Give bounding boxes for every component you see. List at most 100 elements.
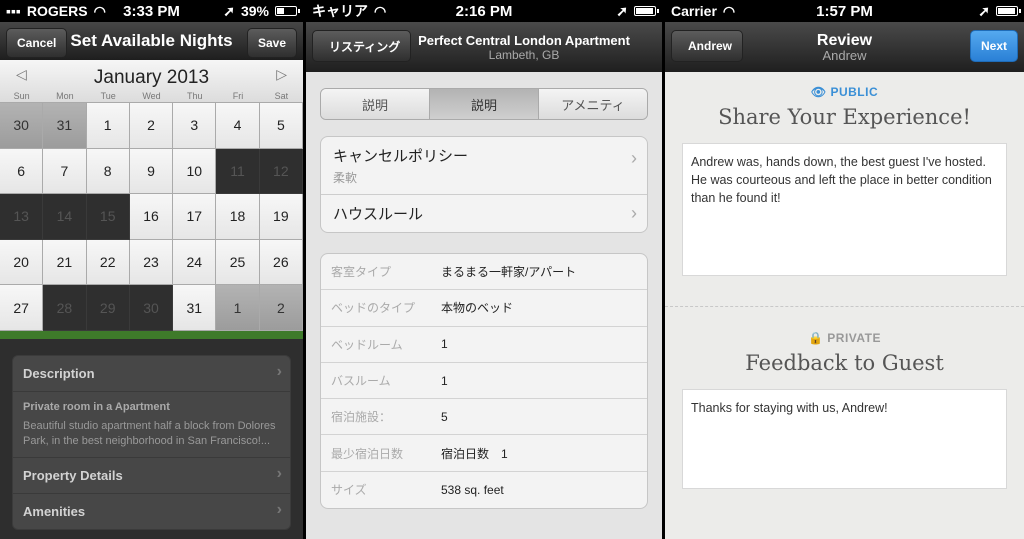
calendar-day[interactable]: 1 (86, 103, 130, 149)
calendar-day[interactable]: 27 (0, 285, 44, 331)
weekday-row: Sun Mon Tue Wed Thu Fri Sat (0, 91, 303, 101)
description-preview: Private room in a Apartment Beautiful st… (13, 392, 290, 458)
next-month-icon[interactable]: ▷ (276, 66, 287, 83)
calendar-day[interactable]: 29 (86, 285, 130, 331)
tab-amenities[interactable]: アメニティ (539, 89, 647, 119)
private-title: Feedback to Guest (745, 351, 944, 375)
calendar-day[interactable]: 6 (0, 148, 44, 195)
calendar-day[interactable]: 2 (259, 285, 303, 331)
policy-group: キャンセルポリシー 柔軟 › ハウスルール › (320, 136, 648, 233)
details-table: 客室タイプ まるまる一軒家/アパート ベッドのタイプ 本物のベッド ベッドルーム 1 バスル… (320, 253, 648, 510)
calendar-day[interactable]: 22 (86, 239, 130, 286)
table-row: 宿泊施設： 5 (321, 399, 647, 436)
weekday-label: Thu (187, 91, 203, 101)
page-title: Review (816, 31, 873, 49)
save-button[interactable]: Save (246, 28, 297, 58)
calendar-day[interactable]: 17 (173, 194, 217, 240)
status-bar: キャリア ◠ 2:16 PM ➚ (306, 0, 662, 22)
house-rules-row[interactable]: ハウスルール › (321, 195, 647, 232)
nav-bar: Cancel Set Available Nights Save (0, 22, 303, 60)
calendar-day[interactable]: 23 (129, 239, 174, 286)
row-value: 538 sq. feet (441, 482, 504, 497)
back-button[interactable]: リスティング (312, 30, 412, 62)
calendar-day[interactable]: 3 (173, 103, 217, 149)
table-row: サイズ 538 sq. feet (321, 472, 647, 508)
table-row: ベッドのタイプ 本物のベッド (321, 290, 647, 327)
calendar-day[interactable]: 30 (0, 103, 44, 149)
nav-bar: Andrew Review Andrew Next (665, 22, 1024, 72)
description-row[interactable]: Description (13, 356, 290, 392)
calendar-day[interactable]: 8 (86, 148, 130, 195)
private-label: 🔒 PRIVATE (665, 331, 1024, 345)
calendar-day[interactable]: 9 (129, 148, 174, 195)
prev-month-icon[interactable]: ◁ (16, 66, 27, 83)
next-button[interactable]: Next (969, 30, 1018, 62)
cancellation-policy-value: 柔軟 (333, 171, 358, 185)
calendar-day[interactable]: 4 (216, 103, 260, 149)
calendar-grid: 30 31 1 2 3 4 5 6 7 8 9 10 11 12 13 14 15 16 17 18 19 20 21 22 2… (0, 102, 303, 331)
private-feedback-textarea[interactable]: Thanks for staying with us, Andrew! (682, 389, 1007, 489)
calendar-day[interactable]: 21 (43, 239, 87, 286)
public-review-textarea[interactable]: Andrew was, hands down, the best guest I… (682, 143, 1007, 276)
private-label-text: PRIVATE (827, 331, 882, 345)
battery-icon (634, 6, 659, 16)
status-time: 2:16 PM (455, 2, 513, 20)
tab-description-2[interactable]: 説明 (430, 89, 539, 119)
calendar-day[interactable]: 28 (43, 285, 87, 331)
status-bar: ▪▪▪ ROGERS ◠ 3:33 PM ➚ 39% (0, 0, 303, 22)
calendar-day[interactable]: 13 (0, 194, 44, 240)
eye-icon: 👁 (810, 85, 827, 99)
row-key: 最少宿泊日数 (331, 446, 404, 461)
calendar-day[interactable]: 16 (129, 194, 174, 240)
page-title: Set Available Nights (70, 31, 233, 50)
row-value: 1 (441, 337, 448, 352)
calendar-day[interactable]: 30 (129, 285, 174, 331)
house-rules-label: ハウスルール (333, 206, 424, 223)
tab-description-1[interactable]: 説明 (321, 89, 430, 119)
cancellation-policy-row[interactable]: キャンセルポリシー 柔軟 › (321, 137, 647, 195)
description-title: Private room in a Apartment (23, 401, 170, 413)
battery-icon (996, 6, 1021, 16)
page-subtitle: Andrew (822, 47, 867, 63)
status-time: 1:57 PM (816, 2, 873, 20)
public-label-text: PUBLIC (830, 85, 879, 99)
battery-icon (275, 6, 300, 16)
listing-location: Lambeth, GB (488, 47, 560, 62)
row-value: 1 (441, 373, 448, 388)
chevron-right-icon: › (631, 203, 637, 223)
table-row: ベッドルーム 1 (321, 327, 647, 363)
lock-icon: 🔒 (807, 331, 824, 345)
calendar-day[interactable]: 10 (173, 148, 217, 195)
calendar-day[interactable]: 12 (259, 148, 303, 195)
calendar-day[interactable]: 26 (259, 239, 303, 286)
weekday-label: Sat (274, 91, 289, 101)
calendar-day[interactable]: 1 (216, 285, 260, 331)
calendar-day[interactable]: 20 (0, 239, 44, 286)
row-value: 宿泊日数 1 (441, 446, 508, 461)
calendar-day[interactable]: 15 (86, 194, 130, 240)
calendar-day[interactable]: 24 (173, 239, 217, 286)
amenities-row[interactable]: Amenities (13, 494, 290, 529)
calendar-day[interactable]: 7 (43, 148, 87, 195)
calendar-day[interactable]: 2 (129, 103, 174, 149)
calendar-day[interactable]: 31 (173, 285, 217, 331)
property-details-row[interactable]: Property Details (13, 458, 290, 494)
location-icon: ➚ (223, 2, 235, 19)
calendar-day[interactable]: 5 (259, 103, 303, 149)
description-text: Beautiful studio apartment half a block … (23, 420, 276, 447)
calendar-day[interactable]: 19 (259, 194, 303, 240)
calendar-day[interactable]: 31 (43, 103, 87, 149)
back-button[interactable]: Andrew (671, 30, 744, 62)
calendar-day[interactable]: 14 (43, 194, 87, 240)
calendar-day[interactable]: 25 (216, 239, 260, 286)
public-title: Share Your Experience! (718, 105, 971, 129)
calendar-day[interactable]: 11 (216, 148, 260, 195)
location-icon: ➚ (616, 2, 628, 19)
weekday-label: Tue (100, 91, 116, 101)
weekday-label: Sun (13, 91, 30, 101)
calendar-day[interactable]: 18 (216, 194, 260, 240)
location-icon: ➚ (978, 2, 990, 19)
battery-percent: 39% (240, 3, 269, 19)
cancel-button[interactable]: Cancel (6, 28, 68, 58)
cancellation-policy-label: キャンセルポリシー (333, 148, 469, 165)
